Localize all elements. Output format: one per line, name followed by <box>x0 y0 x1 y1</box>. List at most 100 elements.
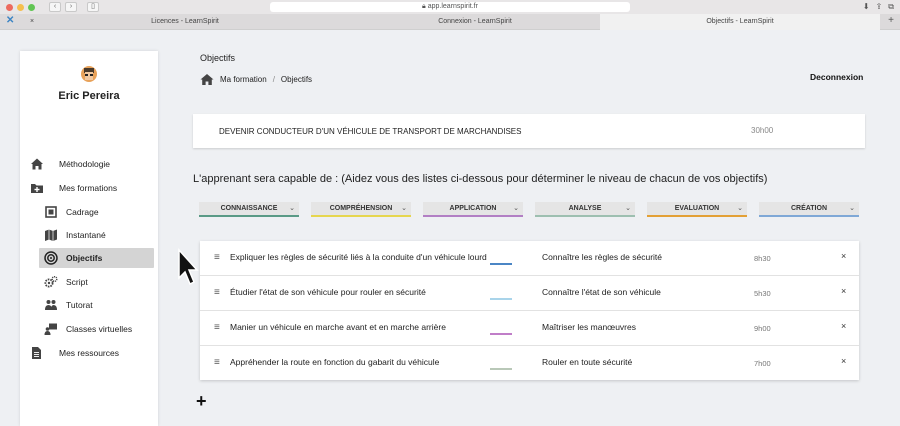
page-title: Objectifs <box>200 53 236 63</box>
drag-handle-icon[interactable]: ≡ <box>214 288 220 298</box>
tab-label: Connexion - LearnSpirit <box>438 17 512 25</box>
gears-icon <box>44 276 58 288</box>
delete-icon[interactable]: × <box>841 286 846 296</box>
drag-handle-icon[interactable]: ≡ <box>214 253 220 263</box>
objective-time[interactable]: 8h30 <box>754 254 771 263</box>
objective-verb[interactable]: Maîtriser les manœuvres <box>542 322 636 332</box>
objective-row[interactable]: ≡ Expliquer les règles de sécurité liés … <box>200 241 859 276</box>
avatar <box>81 66 97 82</box>
objective-text[interactable]: Manier un véhicule en marche avant et en… <box>230 322 446 332</box>
objective-time[interactable]: 7h00 <box>754 359 771 368</box>
maximize-window-button[interactable] <box>28 3 35 11</box>
chevron-down-icon: ⌄ <box>289 205 295 212</box>
sidebar-item-label: Classes virtuelles <box>66 324 133 334</box>
tab-label: Objectifs - LearnSpirit <box>706 17 774 25</box>
user-name: Eric Pereira <box>58 90 120 102</box>
mouse-cursor-icon <box>178 248 199 286</box>
formation-duration: 30h00 <box>751 126 774 135</box>
category-color-bar <box>199 215 299 217</box>
home-icon[interactable] <box>200 73 214 86</box>
add-objective-button[interactable]: + <box>196 392 207 410</box>
tabs-overview-icon[interactable]: ⧉ <box>888 2 894 12</box>
objective-time[interactable]: 5h30 <box>754 289 771 298</box>
category-label: ANALYSE <box>568 205 602 212</box>
breadcrumb-separator: / <box>272 75 275 84</box>
category-color-bar <box>647 215 747 217</box>
formation-card[interactable]: DEVENIR CONDUCTEUR D'UN VÉHICULE DE TRAN… <box>193 114 865 148</box>
chevron-down-icon: ⌄ <box>737 205 743 212</box>
formation-name: DEVENIR CONDUCTEUR D'UN VÉHICULE DE TRAN… <box>219 127 522 136</box>
target-icon <box>44 251 58 265</box>
delete-icon[interactable]: × <box>841 356 846 366</box>
sidebar-item-label: Objectifs <box>66 253 103 263</box>
objective-row[interactable]: ≡ Appréhender la route en fonction du ga… <box>200 346 859 381</box>
users-icon <box>45 300 57 310</box>
sidebar-toggle-icon[interactable]: ▯ <box>87 2 99 12</box>
objective-time[interactable]: 9h00 <box>754 324 771 333</box>
tab-label: Licences - LearnSpirit <box>151 17 219 25</box>
objective-text[interactable]: Expliquer les règles de sécurité liés à … <box>230 252 487 262</box>
category-dropdown-application[interactable]: APPLICATION ⌄ <box>423 202 523 217</box>
sidebar-item-objectifs[interactable]: Objectifs <box>39 248 154 268</box>
category-color-bar <box>535 215 635 217</box>
sidebar-item-label: Script <box>66 277 88 287</box>
category-color-bar <box>759 215 859 217</box>
objective-row[interactable]: ≡ Manier un véhicule en marche avant et … <box>200 311 859 346</box>
sidebar-item-mes-formations[interactable]: Mes formations <box>20 178 158 198</box>
lock-icon: 🔒︎ <box>422 3 426 10</box>
sidebar-item-classes-virtuelles[interactable]: Classes virtuelles <box>20 319 158 339</box>
tab-objectifs[interactable]: Objectifs - LearnSpirit <box>600 13 880 30</box>
download-icon[interactable]: ⬇ <box>863 2 870 12</box>
share-icon[interactable]: ⇪ <box>876 2 883 12</box>
browser-toolbar: ‹ › ▯ 🔒︎ app.learnspirit.fr ⬇ ⇪ ⧉ <box>0 0 900 14</box>
chevron-down-icon: ⌄ <box>401 205 407 212</box>
category-dropdown-analyse[interactable]: ANALYSE ⌄ <box>535 202 635 217</box>
objective-verb[interactable]: Connaître l'état de son véhicule <box>542 287 661 297</box>
close-tab-icon[interactable]: × <box>30 14 34 30</box>
address-text: app.learnspirit.fr <box>427 3 478 10</box>
objective-row[interactable]: ≡ Étudier l'état de son véhicule pour ro… <box>200 276 859 311</box>
objectives-list: ≡ Expliquer les règles de sécurité liés … <box>200 241 859 380</box>
sidebar-item-mes-ressources[interactable]: Mes ressources <box>20 343 158 363</box>
sidebar-item-tutorat[interactable]: Tutorat <box>20 295 158 315</box>
breadcrumb-link[interactable]: Ma formation <box>220 75 267 84</box>
category-dropdown-connaissance[interactable]: CONNAISSANCE ⌄ <box>199 202 299 217</box>
category-label: CRÉATION <box>790 205 828 212</box>
breadcrumb-current: Objectifs <box>280 75 313 84</box>
document-icon <box>32 347 41 359</box>
sidebar-item-cadrage[interactable]: Cadrage <box>20 202 158 222</box>
back-icon[interactable]: ‹ <box>49 2 61 12</box>
drag-handle-icon[interactable]: ≡ <box>214 323 220 333</box>
category-dropdown-creation[interactable]: CRÉATION ⌄ <box>759 202 859 217</box>
logout-link[interactable]: Deconnexion <box>810 72 863 82</box>
category-label: APPLICATION <box>449 205 497 212</box>
level-indicator <box>490 333 512 335</box>
sidebar-item-methodologie[interactable]: Méthodologie <box>20 154 158 174</box>
sidebar-item-instantane[interactable]: Instantané <box>20 225 158 245</box>
sidebar-item-label: Mes ressources <box>59 348 119 358</box>
category-color-bar <box>311 215 411 217</box>
category-dropdown-comprehension[interactable]: COMPRÉHENSION ⌄ <box>311 202 411 217</box>
chevron-down-icon: ⌄ <box>513 205 519 212</box>
forward-icon[interactable]: › <box>65 2 77 12</box>
tab-connexion[interactable]: Connexion - LearnSpirit <box>390 14 560 30</box>
objective-text[interactable]: Appréhender la route en fonction du gaba… <box>230 357 439 367</box>
minimize-window-button[interactable] <box>17 3 24 11</box>
objective-text[interactable]: Étudier l'état de son véhicule pour roul… <box>230 287 426 297</box>
drag-handle-icon[interactable]: ≡ <box>214 358 220 368</box>
category-dropdown-evaluation[interactable]: EVALUATION ⌄ <box>647 202 747 217</box>
objective-verb[interactable]: Rouler en toute sécurité <box>542 357 632 367</box>
delete-icon[interactable]: × <box>841 251 846 261</box>
sidebar-item-label: Cadrage <box>66 207 99 217</box>
close-window-button[interactable] <box>6 3 13 11</box>
sidebar-item-label: Mes formations <box>59 183 118 193</box>
map-icon <box>45 229 57 241</box>
delete-icon[interactable]: × <box>841 321 846 331</box>
new-tab-icon[interactable]: + <box>888 15 894 26</box>
sidebar-item-script[interactable]: Script <box>20 272 158 292</box>
objective-verb[interactable]: Connaître les règles de sécurité <box>542 252 662 262</box>
address-bar[interactable]: 🔒︎ app.learnspirit.fr <box>270 2 630 12</box>
folder-plus-icon <box>31 184 43 193</box>
category-label: COMPRÉHENSION <box>329 205 393 212</box>
tab-licences[interactable]: × Licences - LearnSpirit <box>30 14 270 30</box>
